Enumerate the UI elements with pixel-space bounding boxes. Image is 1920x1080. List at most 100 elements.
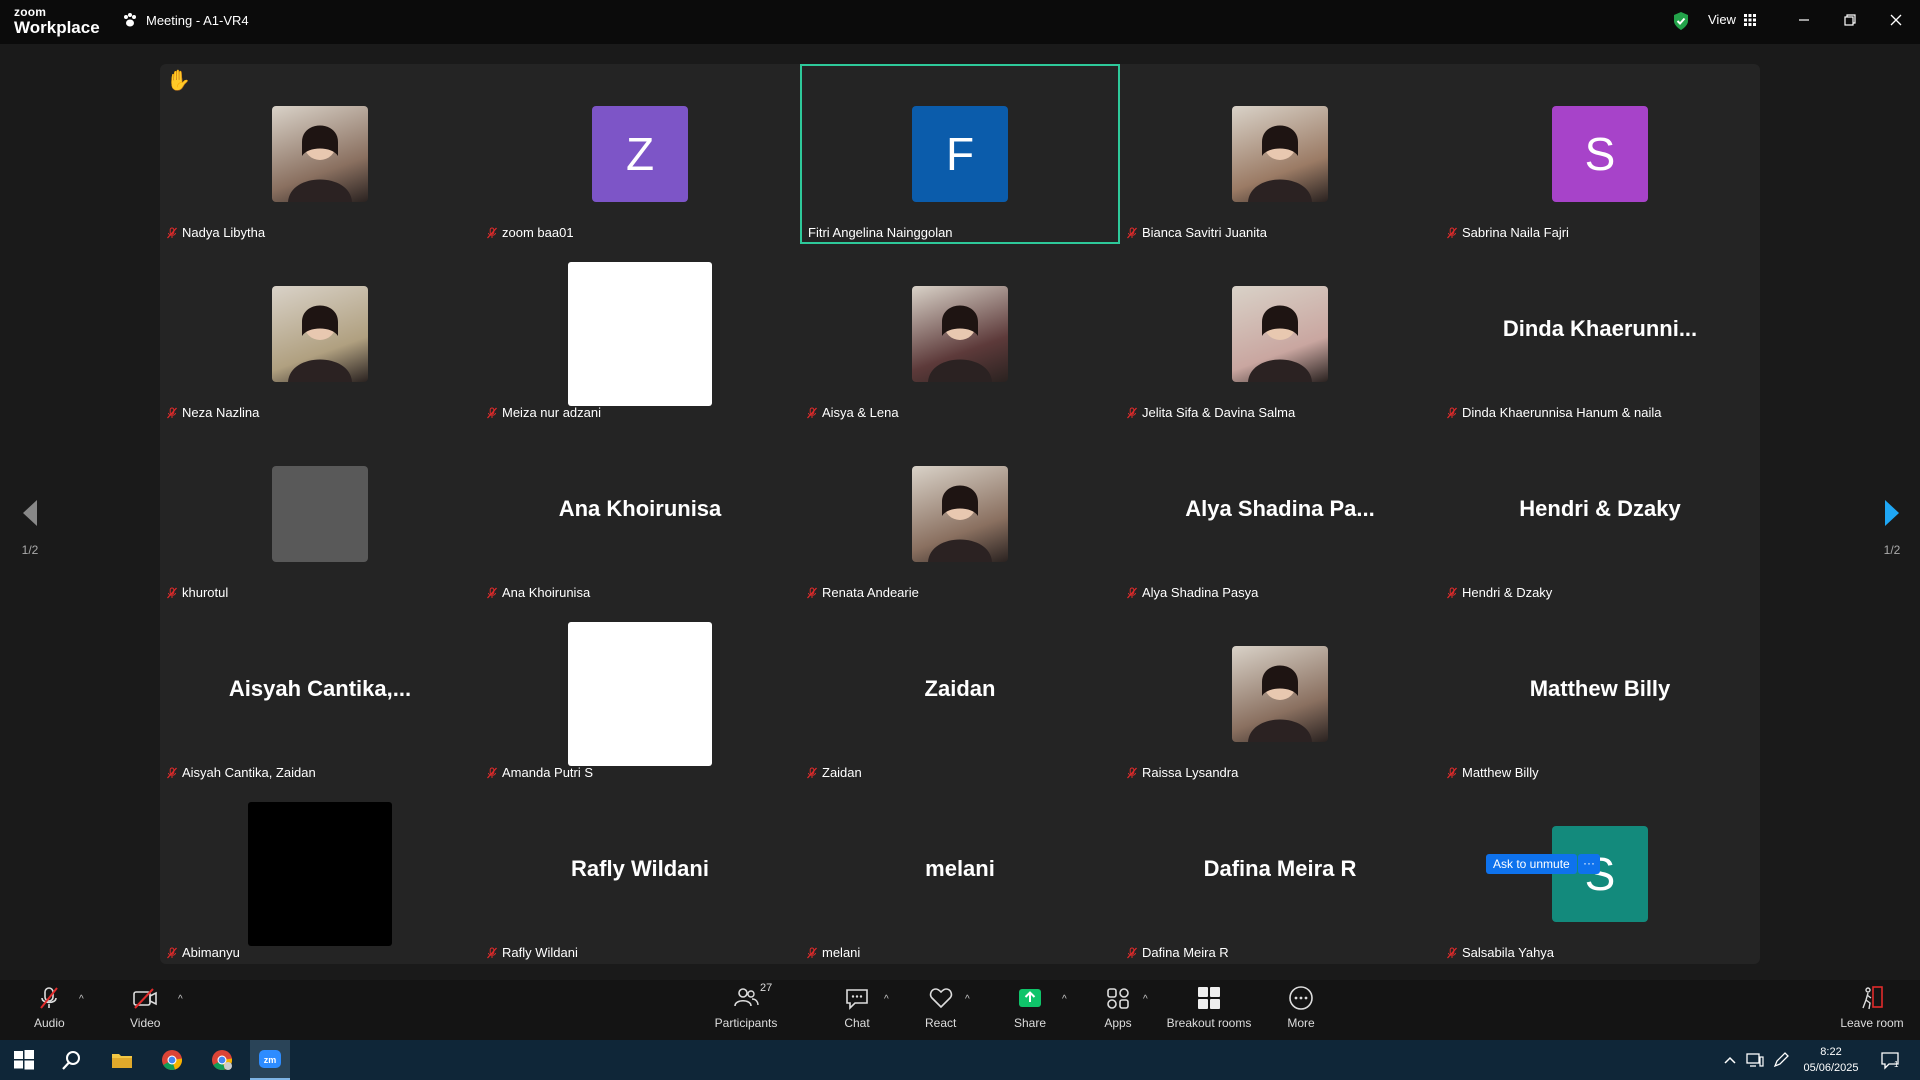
chat-button[interactable]: Chat — [843, 984, 871, 1030]
apps-options-caret-icon[interactable]: ^ — [1143, 994, 1148, 1005]
file-explorer-button[interactable] — [108, 1046, 136, 1074]
react-options-caret-icon[interactable]: ^ — [965, 994, 970, 1005]
shield-icon[interactable] — [1672, 11, 1690, 31]
react-button[interactable]: React — [925, 984, 956, 1030]
share-screen-icon — [1019, 989, 1042, 1007]
participant-name-label: Hendri & Dzaky — [1446, 585, 1552, 600]
profile-photo-icon — [1248, 665, 1312, 742]
mic-muted-icon — [167, 227, 177, 238]
search-button[interactable] — [58, 1046, 86, 1074]
participant-tile[interactable]: Nadya Libytha — [160, 64, 480, 244]
minimize-button[interactable] — [1787, 8, 1821, 32]
participant-tile[interactable]: Zaidan Zaidan — [800, 604, 1120, 784]
participant-tile[interactable]: F Fitri Angelina Nainggolan — [800, 64, 1120, 244]
tile-more-button[interactable]: ··· — [1578, 854, 1600, 874]
start-button[interactable] — [10, 1046, 38, 1074]
paw-icon — [124, 13, 136, 27]
mic-muted-icon — [1447, 947, 1457, 958]
pen-menu-button[interactable] — [1771, 1050, 1791, 1070]
participant-name: Sabrina Naila Fajri — [1462, 225, 1569, 240]
participant-tile[interactable]: Bianca Savitri Juanita — [1120, 64, 1440, 244]
video-button[interactable]: Video — [130, 984, 160, 1030]
meeting-title[interactable]: Meeting - A1-VR4 — [122, 12, 249, 28]
participant-tile[interactable]: Alya Shadina Pa... Alya Shadina Pasya — [1120, 424, 1440, 604]
participant-name: Zaidan — [822, 765, 862, 780]
profile-photo-icon — [1248, 305, 1312, 382]
view-button[interactable]: View — [1708, 12, 1756, 27]
avatar: S — [1552, 826, 1648, 922]
participant-tile[interactable]: Aisya & Lena — [800, 244, 1120, 424]
participant-display-name: Aisyah Cantika,... — [228, 676, 412, 701]
mic-muted-icon — [487, 587, 497, 598]
next-page-button[interactable]: 1/2 — [1872, 498, 1912, 557]
close-button[interactable] — [1879, 8, 1913, 32]
participant-tile[interactable]: Aisyah Cantika,... Aisyah Cantika, Zaidan — [160, 604, 480, 784]
folder-icon — [112, 1054, 132, 1068]
zoom-taskbar-button[interactable]: zm — [250, 1040, 290, 1080]
participant-tile[interactable]: Amanda Putri S — [480, 604, 800, 784]
participant-tile[interactable]: melani melani — [800, 784, 1120, 964]
restore-button[interactable] — [1833, 8, 1867, 32]
participant-tile[interactable]: Dafina Meira R Dafina Meira R — [1120, 784, 1440, 964]
participant-name: Abimanyu — [182, 945, 240, 960]
participant-name: Salsabila Yahya — [1462, 945, 1555, 960]
participant-name-label: Zaidan — [806, 765, 862, 780]
participant-tile[interactable]: Ana Khoirunisa Ana Khoirunisa — [480, 424, 800, 604]
audio-button[interactable]: Audio — [34, 984, 65, 1030]
mic-muted-icon — [1127, 587, 1137, 598]
participant-tile[interactable]: Raissa Lysandra — [1120, 604, 1440, 784]
share-options-caret-icon[interactable]: ^ — [1062, 994, 1067, 1005]
participant-display-name: Dafina Meira R — [1203, 856, 1357, 881]
participant-tile[interactable]: Matthew Billy Matthew Billy — [1440, 604, 1760, 784]
participant-name: Rafly Wildani — [502, 945, 578, 960]
notification-center-button[interactable]: 1 — [1880, 1050, 1900, 1070]
participant-tile[interactable]: Hendri & Dzaky Hendri & Dzaky — [1440, 424, 1760, 604]
breakout-rooms-button[interactable]: Breakout rooms — [1166, 984, 1252, 1030]
participant-tile[interactable]: Meiza nur adzani — [480, 244, 800, 424]
participant-display-name: melani — [925, 856, 995, 881]
participant-name-label: Matthew Billy — [1446, 765, 1539, 780]
react-heart-icon — [929, 988, 952, 1009]
clock[interactable]: 8:22 05/06/2025 — [1800, 1044, 1862, 1076]
chat-label: Chat — [844, 1016, 870, 1030]
show-hidden-icons-button[interactable] — [1720, 1050, 1740, 1070]
participant-tile[interactable]: Renata Andearie — [800, 424, 1120, 604]
participant-tile[interactable]: S Sabrina Naila Fajri — [1440, 64, 1760, 244]
participant-tile[interactable]: Abimanyu — [160, 784, 480, 964]
leave-room-label: Leave room — [1840, 1016, 1904, 1030]
avatar: Z — [592, 106, 688, 202]
ask-to-unmute-button[interactable]: Ask to unmute — [1486, 854, 1577, 874]
logo-line2: Workplace — [14, 18, 100, 37]
more-button[interactable]: More — [1287, 984, 1315, 1030]
participant-name-label: Alya Shadina Pasya — [1126, 585, 1258, 600]
notification-icon: 1 — [1881, 1052, 1899, 1070]
clock-time: 8:22 — [1820, 1046, 1842, 1058]
restore-icon — [1844, 14, 1856, 26]
participant-name: melani — [822, 945, 861, 960]
profile-photo-icon — [928, 485, 992, 562]
chrome-button[interactable] — [158, 1046, 186, 1074]
mic-muted-icon — [167, 767, 177, 778]
audio-options-caret-icon[interactable]: ^ — [79, 994, 84, 1005]
share-button[interactable]: Share — [1014, 984, 1046, 1030]
profile-photo-icon — [1248, 125, 1312, 202]
participant-name: Ana Khoirunisa — [502, 585, 591, 600]
logo-line1: zoom — [14, 5, 47, 19]
chat-options-caret-icon[interactable]: ^ — [884, 994, 889, 1005]
network-button[interactable] — [1745, 1050, 1765, 1070]
participant-tile[interactable]: S Salsabila Yahya — [1440, 784, 1760, 964]
chrome-profile-button[interactable] — [208, 1046, 236, 1074]
participants-button[interactable]: 27 Participants — [714, 982, 778, 1030]
participants-label: Participants — [714, 1016, 778, 1030]
participant-tile[interactable]: Jelita Sifa & Davina Salma — [1120, 244, 1440, 424]
participant-tile[interactable]: Rafly Wildani Rafly Wildani — [480, 784, 800, 964]
participant-tile[interactable]: Zzoom baa01 — [480, 64, 800, 244]
participant-tile[interactable]: Neza Nazlina — [160, 244, 480, 424]
apps-button[interactable]: Apps — [1104, 984, 1132, 1030]
leave-room-button[interactable]: Leave room — [1840, 984, 1904, 1030]
participant-tile[interactable]: khurotul — [160, 424, 480, 604]
mic-muted-icon — [487, 407, 497, 418]
prev-page-button[interactable]: 1/2 — [10, 498, 50, 557]
participant-tile[interactable]: Dinda Khaerunni... Dinda Khaerunnisa Hanu… — [1440, 244, 1760, 424]
video-options-caret-icon[interactable]: ^ — [178, 994, 183, 1005]
